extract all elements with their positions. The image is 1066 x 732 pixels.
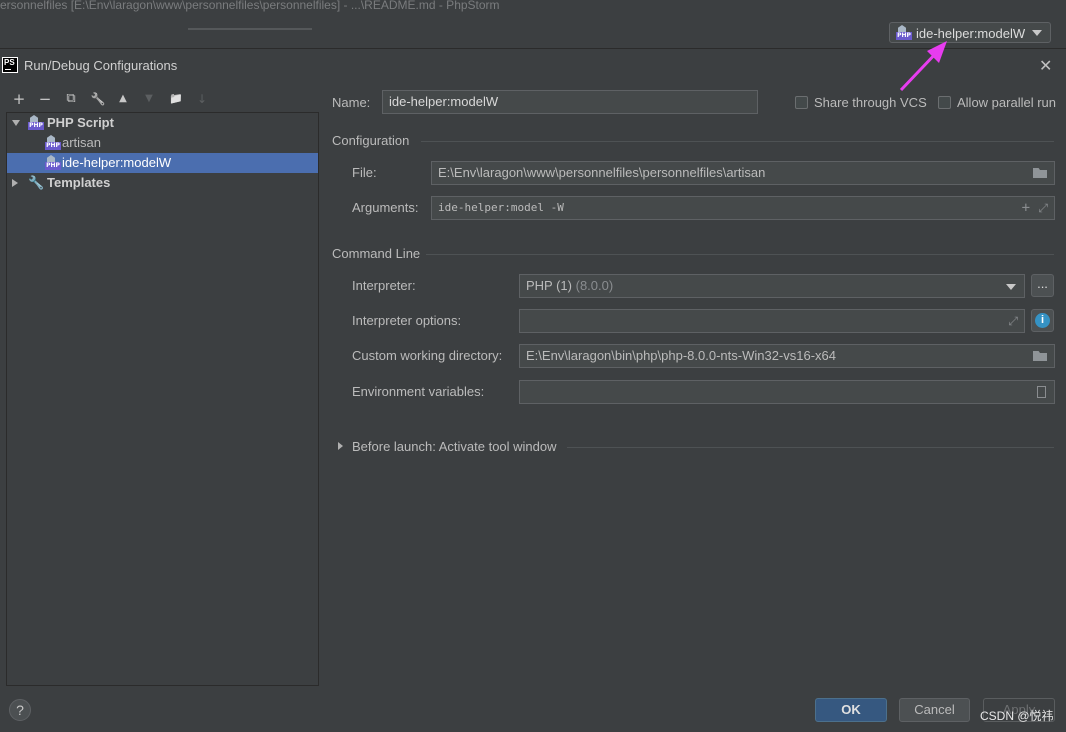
allow-parallel-checkbox[interactable] <box>938 96 951 109</box>
new-folder-icon[interactable]: 📁 <box>166 89 186 109</box>
info-icon: i <box>1035 313 1050 328</box>
arguments-value: ide-helper:model -W <box>438 201 564 214</box>
expand-icon[interactable]: ⤢ <box>1008 310 1018 332</box>
editor-tab-indicator <box>188 28 312 30</box>
interpreter-more-button[interactable]: ... <box>1031 274 1054 297</box>
section-divider <box>421 141 1054 142</box>
chevron-down-icon <box>1006 284 1016 290</box>
copy-icon[interactable]: ⧉ <box>61 89 81 109</box>
tree-item-ide-helper-modelw[interactable]: PHP ide-helper:modelW <box>7 153 318 173</box>
env-input[interactable] <box>519 380 1055 404</box>
interpreter-select[interactable]: PHP (1) (8.0.0) <box>519 274 1025 298</box>
share-vcs-label: Share through VCS <box>814 95 927 110</box>
name-input[interactable]: ide-helper:modelW <box>382 90 758 114</box>
tree-item-label: ide-helper:modelW <box>62 155 172 170</box>
dialog-title: Run/Debug Configurations <box>24 58 178 73</box>
php-script-icon: PHP <box>28 115 44 131</box>
tree-item-label: artisan <box>62 135 102 150</box>
php-script-icon: PHP <box>45 135 61 151</box>
help-button[interactable]: ? <box>9 699 31 721</box>
document-icon[interactable] <box>1037 386 1046 398</box>
configurations-tree: PHP PHP Script PHP artisan PHP ide-helpe… <box>6 112 319 686</box>
name-label: Name: <box>332 95 371 110</box>
folder-icon[interactable] <box>1033 168 1047 178</box>
add-macro-icon[interactable]: + <box>1022 197 1030 219</box>
expand-icon[interactable]: ⤢ <box>1038 197 1048 219</box>
close-icon[interactable]: ✕ <box>1039 56 1052 76</box>
folder-icon[interactable] <box>1033 351 1047 361</box>
share-vcs-checkbox[interactable] <box>795 96 808 109</box>
remove-icon[interactable]: − <box>35 89 55 109</box>
interpreter-options-input[interactable]: ⤢ <box>519 309 1025 333</box>
move-down-icon[interactable]: ▼ <box>139 89 159 109</box>
wrench-icon[interactable]: 🔧 <box>88 89 108 109</box>
tree-group-label: Templates <box>47 175 111 190</box>
interpreter-version: (8.0.0) <box>575 278 614 293</box>
section-divider <box>426 254 1054 255</box>
cwd-input[interactable]: E:\Env\laragon\bin\php\php-8.0.0-nts-Win… <box>519 344 1055 368</box>
collapse-arrow-icon <box>12 179 18 187</box>
section-divider <box>567 447 1054 448</box>
cancel-button[interactable]: Cancel <box>899 698 970 722</box>
env-label: Environment variables: <box>352 384 485 399</box>
tree-item-artisan[interactable]: PHP artisan <box>7 133 318 153</box>
allow-parallel-label: Allow parallel run <box>957 95 1056 110</box>
sort-icon[interactable]: ↓ <box>192 89 212 109</box>
csdn-watermark: CSDN @悦祎 <box>980 709 1054 723</box>
configurations-toolbar: + − ⧉ 🔧 ▲ ▼ 📁 ↓ <box>8 89 318 109</box>
configuration-section-title: Configuration <box>332 133 410 148</box>
expand-arrow-icon[interactable] <box>338 442 343 450</box>
tree-group-php-script[interactable]: PHP PHP Script <box>7 113 318 133</box>
tree-group-label: PHP Script <box>47 115 114 130</box>
add-icon[interactable]: + <box>9 89 29 109</box>
info-button[interactable]: i <box>1031 309 1054 332</box>
cwd-label: Custom working directory: <box>352 348 503 363</box>
wrench-icon: 🔧 <box>28 175 45 190</box>
interpreter-value: PHP (1) <box>526 278 572 293</box>
interpreter-options-label: Interpreter options: <box>352 313 462 328</box>
file-value: E:\Env\laragon\www\personnelfiles\person… <box>438 165 766 180</box>
ok-button[interactable]: OK <box>815 698 887 722</box>
chevron-down-icon <box>1032 30 1042 36</box>
interpreter-label: Interpreter: <box>352 278 416 293</box>
move-up-icon[interactable]: ▲ <box>113 89 133 109</box>
tree-group-templates[interactable]: 🔧 Templates <box>7 173 318 193</box>
expand-arrow-icon <box>12 120 20 126</box>
arguments-input[interactable]: ide-helper:model -W + ⤢ <box>431 196 1055 220</box>
dialog-title-bar: PS Run/Debug Configurations ✕ <box>0 52 1066 78</box>
file-label: File: <box>352 165 377 180</box>
command-line-section-title: Command Line <box>332 246 421 261</box>
php-script-icon: PHP <box>45 155 61 171</box>
arguments-label: Arguments: <box>352 200 419 215</box>
phpstorm-logo-icon: PS <box>2 57 18 73</box>
ide-window-title: ersonnelfiles [E:\Env\laragon\www\person… <box>0 0 1066 18</box>
file-input[interactable]: E:\Env\laragon\www\personnelfiles\person… <box>431 161 1055 185</box>
cwd-value: E:\Env\laragon\bin\php\php-8.0.0-nts-Win… <box>526 348 837 363</box>
before-launch-toggle[interactable]: Before launch: Activate tool window <box>352 439 557 454</box>
